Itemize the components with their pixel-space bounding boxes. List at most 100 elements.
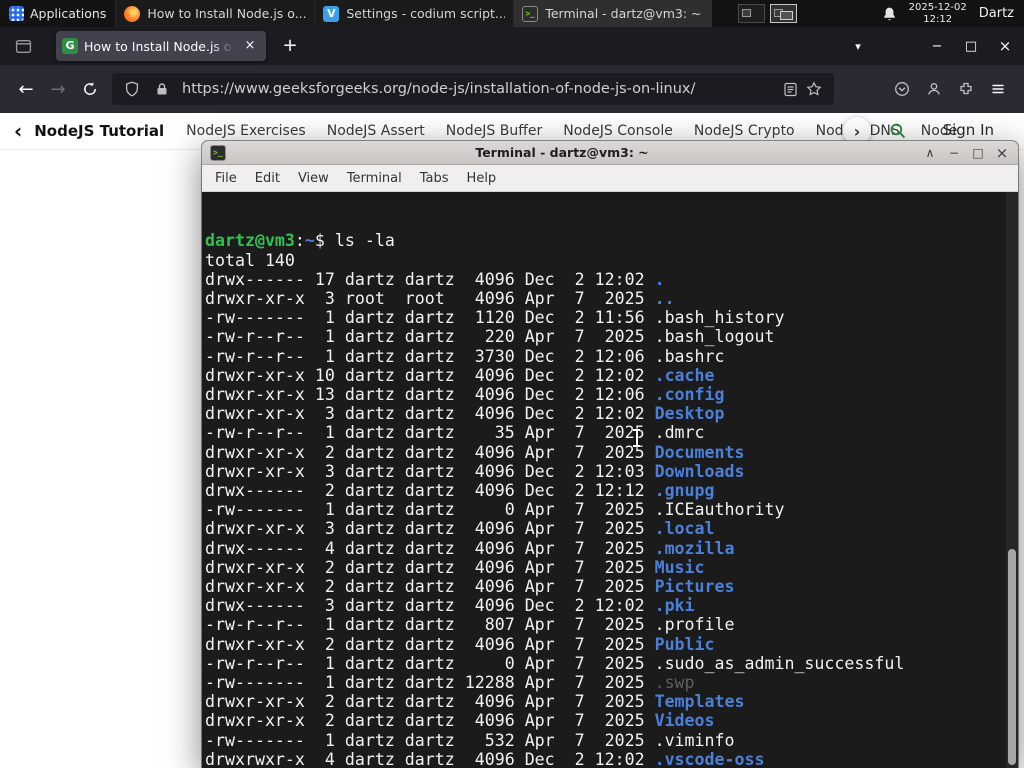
terminal-menu-help[interactable]: Help: [458, 171, 506, 186]
site-nav-link-5[interactable]: NodeJS Crypto: [694, 123, 795, 139]
terminal-line: drwx------ 4 dartz dartz 4096 Apr 7 2025…: [205, 539, 1018, 558]
nav-scroll-left-button[interactable]: ‹: [14, 119, 22, 143]
applications-label: Applications: [30, 6, 107, 21]
file-name: .gnupg: [654, 481, 715, 501]
file-name: Desktop: [654, 404, 725, 424]
terminal-line: drwx------ 17 dartz dartz 4096 Dec 2 12:…: [205, 270, 1018, 289]
bookmark-star-button[interactable]: [802, 77, 826, 101]
terminal-line: drwx------ 3 dartz dartz 4096 Dec 2 12:0…: [205, 596, 1018, 615]
terminal-line: drwxr-xr-x 3 dartz dartz 4096 Dec 2 12:0…: [205, 404, 1018, 423]
user-menu[interactable]: Dartz: [979, 6, 1014, 21]
firefox-view-button[interactable]: [10, 34, 36, 58]
pocket-button[interactable]: [886, 73, 918, 105]
terminal-maximize-button[interactable]: □: [966, 142, 990, 164]
file-name: .dmrc: [654, 423, 705, 443]
terminal-menu-terminal[interactable]: Terminal: [338, 171, 411, 186]
terminal-menu-view[interactable]: View: [289, 171, 338, 186]
file-meta: drwxr-xr-x 2 dartz dartz 4096 Apr 7 2025: [205, 634, 655, 654]
site-favicon: G: [62, 38, 78, 54]
tab-title: How to Install Node.js on: [84, 38, 234, 54]
site-nav-link-1[interactable]: NodeJS Exercises: [186, 123, 306, 139]
terminal-line: -rw-r--r-- 1 dartz dartz 807 Apr 7 2025 …: [205, 615, 1018, 634]
tab-close-button[interactable]: ×: [240, 36, 260, 56]
terminal-line: -rw------- 1 dartz dartz 1120 Dec 2 11:5…: [205, 308, 1018, 327]
file-meta: drwx------ 17 dartz dartz 4096 Dec 2 12:…: [205, 269, 655, 289]
terminal-shade-button[interactable]: ∧: [918, 142, 942, 164]
site-nav-link-3[interactable]: NodeJS Buffer: [446, 123, 543, 139]
file-meta: drwxr-xr-x 10 dartz dartz 4096 Dec 2 12:…: [205, 365, 655, 385]
back-button[interactable]: ←: [10, 73, 42, 105]
file-name: .bash_logout: [654, 327, 775, 347]
list-all-tabs-button[interactable]: ▾: [846, 34, 870, 58]
app-menu-button[interactable]: [982, 73, 1014, 105]
clock[interactable]: 2025-12-02 12:12: [909, 2, 967, 25]
taskbar-item-firefox[interactable]: How to Install Node.js o...: [115, 0, 315, 27]
terminal-screen[interactable]: dartz@vm3:~$ ls -la total 140 drwx------ 1…: [202, 192, 1018, 768]
terminal-menu-tabs[interactable]: Tabs: [411, 171, 458, 186]
terminal-menu-bar: File Edit View Terminal Tabs Help: [202, 165, 1018, 192]
site-nav-link-4[interactable]: NodeJS Console: [563, 123, 673, 139]
workspace-1[interactable]: [737, 4, 765, 23]
taskbar-item-terminal[interactable]: Terminal - dartz@vm3: ~: [513, 0, 713, 27]
file-meta: drwxr-xr-x 2 dartz dartz 4096 Apr 7 2025: [205, 557, 655, 577]
terminal-line: -rw------- 1 dartz dartz 0 Apr 7 2025 .I…: [205, 500, 1018, 519]
file-meta: drwx------ 4 dartz dartz 4096 Apr 7 2025: [205, 538, 655, 558]
maximize-button[interactable]: □: [954, 32, 988, 60]
terminal-menu-edit[interactable]: Edit: [246, 171, 289, 186]
file-name: .config: [654, 385, 725, 405]
extensions-button[interactable]: [950, 73, 982, 105]
reader-mode-button[interactable]: [778, 77, 802, 101]
file-meta: drwx------ 3 dartz dartz 4096 Dec 2 12:0…: [205, 596, 655, 616]
terminal-menu-file[interactable]: File: [206, 171, 246, 186]
file-meta: -rw------- 1 dartz dartz 0 Apr 7 2025: [205, 500, 655, 520]
navigation-toolbar: ← → https://www.geeksforgeeks.org/node-j…: [0, 65, 1024, 113]
sign-in-button[interactable]: Sign In: [943, 121, 994, 139]
file-meta: -rw-r--r-- 1 dartz dartz 807 Apr 7 2025: [205, 615, 655, 635]
site-nav-active-item[interactable]: NodeJS Tutorial: [34, 122, 164, 140]
file-meta: drwxr-xr-x 3 dartz dartz 4096 Dec 2 12:0…: [205, 404, 655, 424]
clock-time: 12:12: [923, 13, 953, 25]
new-tab-button[interactable]: +: [276, 32, 304, 60]
terminal-total-line: total 140: [205, 250, 295, 270]
browser-tab[interactable]: G How to Install Node.js on ×: [56, 31, 266, 61]
terminal-scrollbar-thumb[interactable]: [1008, 549, 1016, 765]
file-meta: -rw------- 1 dartz dartz 12288 Apr 7 202…: [205, 673, 655, 693]
account-button[interactable]: [918, 73, 950, 105]
terminal-minimize-button[interactable]: −: [942, 142, 966, 164]
file-name: .pki: [654, 596, 695, 616]
bell-icon: [884, 7, 895, 20]
taskbar-item-codium[interactable]: Settings - codium script...: [314, 0, 514, 27]
workspace-2-active[interactable]: [769, 4, 797, 23]
prompt-dollar: $: [314, 231, 335, 251]
file-name: .vscode-oss: [654, 749, 765, 768]
terminal-title-bar[interactable]: Terminal - dartz@vm3: ~ ∧ − □ ×: [202, 141, 1018, 165]
file-name: Pictures: [654, 577, 735, 597]
reload-button[interactable]: [74, 73, 106, 105]
terminal-scrollbar[interactable]: [1006, 192, 1018, 768]
site-search-button[interactable]: [888, 122, 908, 142]
close-button[interactable]: ×: [988, 32, 1022, 60]
clock-date: 2025-12-02: [908, 2, 967, 13]
terminal-close-button[interactable]: ×: [990, 142, 1014, 164]
forward-button[interactable]: →: [42, 73, 74, 105]
file-name: .viminfo: [654, 730, 735, 750]
minimize-button[interactable]: −: [920, 32, 954, 60]
tracking-protection-button[interactable]: [120, 77, 144, 101]
file-meta: -rw-r--r-- 1 dartz dartz 220 Apr 7 2025: [205, 327, 655, 347]
system-tray: 2025-12-02 12:12 Dartz: [737, 0, 1024, 27]
file-meta: drwxr-xr-x 2 dartz dartz 4096 Apr 7 2025: [205, 577, 655, 597]
site-security-button[interactable]: [150, 77, 174, 101]
file-name: .bashrc: [654, 346, 725, 366]
terminal-line: drwx------ 2 dartz dartz 4096 Dec 2 12:1…: [205, 481, 1018, 500]
url-text[interactable]: https://www.geeksforgeeks.org/node-js/in…: [182, 81, 770, 97]
terminal-window-title: Terminal - dartz@vm3: ~: [475, 145, 649, 160]
workspace-switcher[interactable]: [737, 4, 797, 23]
url-bar[interactable]: https://www.geeksforgeeks.org/node-js/in…: [112, 73, 834, 105]
terminal-line: -rw-r--r-- 1 dartz dartz 3730 Dec 2 12:0…: [205, 347, 1018, 366]
terminal-line: drwxr-xr-x 2 dartz dartz 4096 Apr 7 2025…: [205, 635, 1018, 654]
terminal-line: drwxr-xr-x 3 dartz dartz 4096 Dec 2 12:0…: [205, 462, 1018, 481]
notifications-button[interactable]: [877, 0, 903, 27]
site-nav-link-2[interactable]: NodeJS Assert: [327, 123, 425, 139]
applications-menu[interactable]: Applications: [0, 0, 115, 27]
shield-icon: [125, 81, 139, 97]
